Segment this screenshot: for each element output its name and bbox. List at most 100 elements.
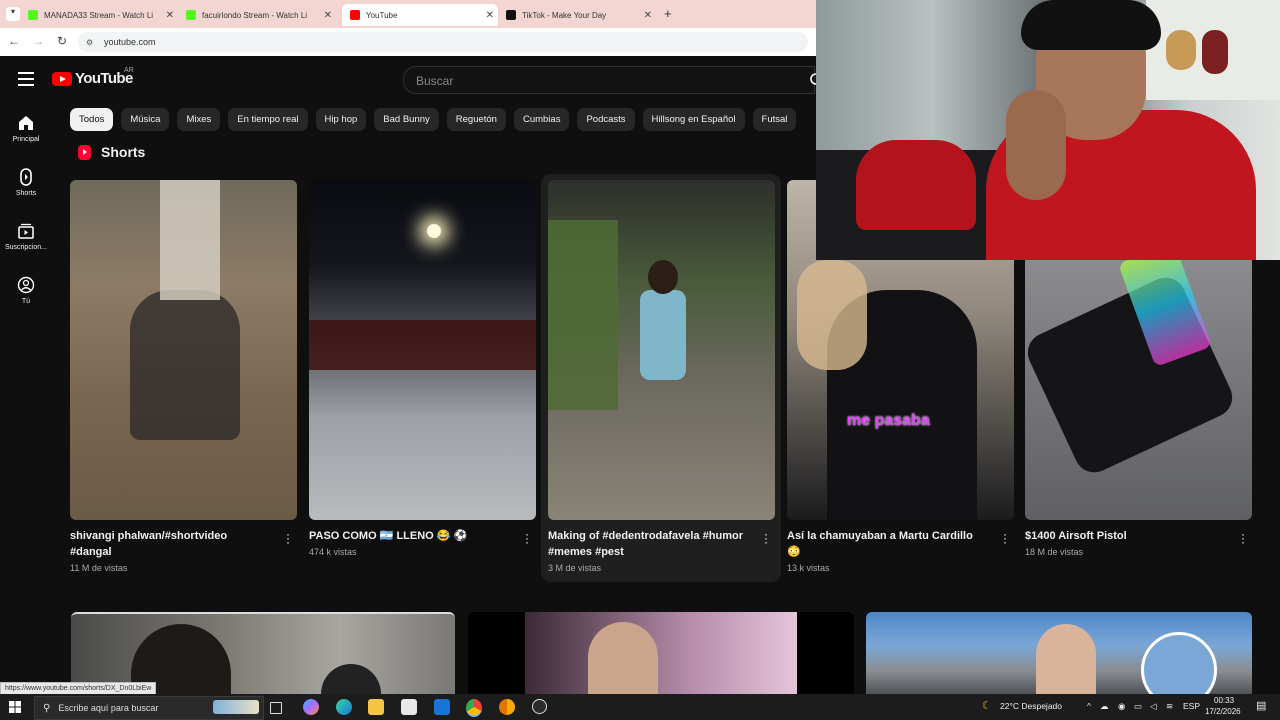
cloud-icon[interactable]: ☁ <box>1100 701 1109 712</box>
chip-podcasts[interactable]: Podcasts <box>577 108 635 131</box>
more-options-icon[interactable]: · · · <box>524 528 530 548</box>
short-title[interactable]: PASO COMO 🇦🇷 LLENO 😂 ⚽ <box>309 528 509 544</box>
more-options-icon[interactable]: · · · <box>1240 528 1246 548</box>
browser-tab[interactable]: facuirlondo Stream - Watch Li ✕ <box>186 4 336 26</box>
video-thumbnail[interactable] <box>468 612 854 696</box>
close-tab-icon[interactable]: ✕ <box>324 10 332 21</box>
browser-tab-strip: ▾ MANADA33 Stream - Watch Li ✕ facuirlon… <box>0 0 820 28</box>
windows-taskbar: ⚲ Escribe aquí para buscar ☾ 22°C Despej… <box>0 694 1280 720</box>
mail-icon[interactable] <box>434 699 450 715</box>
close-tab-icon[interactable]: ✕ <box>644 10 652 21</box>
short-thumbnail[interactable] <box>548 180 775 520</box>
reload-icon[interactable]: ↻ <box>54 34 70 48</box>
search-input[interactable] <box>414 73 798 89</box>
obs-icon[interactable] <box>532 699 547 714</box>
browser-tab[interactable]: TikTok - Make Your Day ✕ <box>506 4 656 26</box>
you-icon <box>17 276 35 294</box>
short-thumbnail[interactable] <box>70 180 297 520</box>
short-title[interactable]: Making of #dedentrodafavela #humor #meme… <box>548 528 748 560</box>
url-input[interactable]: ⚙ youtube.com <box>78 32 808 52</box>
short-title[interactable]: Así la chamuyaban a Martu Cardillo 😳 <box>787 528 987 560</box>
chrome-icon[interactable] <box>466 699 482 717</box>
wifi-icon[interactable]: ≋ <box>1166 701 1173 712</box>
sidebar-item-subscriptions[interactable]: Suscripcion... <box>0 222 52 251</box>
tray-chevron-icon[interactable]: ^ <box>1087 701 1091 711</box>
chip-en-tiempo-real[interactable]: En tiempo real <box>228 108 308 131</box>
weather-icon[interactable]: ☾ <box>982 699 992 712</box>
close-tab-icon[interactable]: ✕ <box>486 10 494 21</box>
more-options-icon[interactable]: · · · <box>763 528 769 548</box>
sidebar-item-shorts[interactable]: Shorts <box>0 168 52 197</box>
edge-icon[interactable] <box>336 699 352 715</box>
short-views: 3 M de vistas <box>548 563 602 573</box>
file-explorer-icon[interactable] <box>368 699 384 715</box>
short-thumbnail[interactable] <box>309 180 536 520</box>
short-card[interactable]: shivangi phalwan/#shortvideo #dangal 11 … <box>70 180 297 573</box>
new-tab-button[interactable]: + <box>664 6 672 21</box>
webcam-overlay <box>816 0 1280 260</box>
shorts-section-title: Shorts <box>78 144 145 160</box>
kick-icon <box>28 10 38 20</box>
short-card[interactable]: Making of #dedentrodafavela #humor #meme… <box>548 180 775 573</box>
chip-bad-bunny[interactable]: Bad Bunny <box>374 108 439 131</box>
short-views: 13 k vistas <box>787 563 830 573</box>
weather-text[interactable]: 22°C Despejado <box>1000 701 1062 711</box>
short-title[interactable]: $1400 Airsoft Pistol <box>1025 528 1225 544</box>
chip-futsal[interactable]: Futsal <box>752 108 797 131</box>
copilot-icon[interactable] <box>303 699 319 715</box>
home-icon <box>19 116 33 130</box>
taskbar-search-box[interactable]: ⚲ Escribe aquí para buscar <box>34 696 264 720</box>
browser-tab-active[interactable]: YouTube ✕ <box>342 4 498 26</box>
video-thumbnail[interactable] <box>866 612 1252 696</box>
site-info-icon[interactable]: ⚙ <box>86 38 96 47</box>
filter-chips: Todos Música Mixes En tiempo real Hip ho… <box>70 108 804 132</box>
youtube-play-icon <box>52 71 72 86</box>
back-icon[interactable]: ← <box>6 34 22 48</box>
search-icon: ⚲ <box>43 702 51 714</box>
battery-icon[interactable]: ▭ <box>1134 701 1142 712</box>
short-views: 18 M de vistas <box>1025 547 1084 557</box>
chip-cumbias[interactable]: Cumbias <box>513 108 570 131</box>
tab-list-button[interactable]: ▾ <box>6 7 20 21</box>
kick-icon <box>186 10 196 20</box>
chrome-canary-icon[interactable] <box>499 699 515 715</box>
task-view-icon[interactable] <box>270 702 282 714</box>
subscriptions-icon <box>18 223 34 239</box>
more-options-icon[interactable]: · · · <box>1002 528 1008 548</box>
shorts-logo-icon <box>78 144 91 160</box>
clock-time[interactable]: 00:33 <box>1214 696 1234 705</box>
chip-hip-hop[interactable]: Hip hop <box>315 108 367 131</box>
browser-tab[interactable]: MANADA33 Stream - Watch Li ✕ <box>28 4 178 26</box>
chip-hillsong[interactable]: Hillsong en Español <box>642 108 745 131</box>
sidebar-item-principal[interactable]: Principal <box>0 114 52 143</box>
chip-regueton[interactable]: Reguetón <box>446 108 506 131</box>
menu-icon[interactable] <box>18 72 34 90</box>
chip-todos[interactable]: Todos <box>70 108 114 131</box>
forward-icon[interactable]: → <box>30 34 46 48</box>
chip-mixes[interactable]: Mixes <box>177 108 221 131</box>
youtube-logo[interactable]: YouTube AR <box>52 67 134 87</box>
close-tab-icon[interactable]: ✕ <box>166 10 174 21</box>
youtube-favicon-icon <box>350 10 360 20</box>
shorts-icon <box>20 168 32 186</box>
store-icon[interactable] <box>401 699 417 715</box>
network-icon[interactable]: ◉ <box>1118 701 1125 712</box>
address-bar-row: ← → ↻ ⚙ youtube.com <box>0 28 820 56</box>
language-indicator[interactable]: ESP <box>1183 701 1200 711</box>
clock-date[interactable]: 17/2/2026 <box>1205 707 1241 716</box>
chip-musica[interactable]: Música <box>121 108 170 131</box>
youtube-header: YouTube AR <box>0 58 822 100</box>
search-box <box>403 66 815 94</box>
speaker-icon[interactable]: ◁ <box>1150 701 1157 712</box>
short-title[interactable]: shivangi phalwan/#shortvideo #dangal <box>70 528 270 560</box>
video-caption-overlay: me pasaba <box>847 412 930 429</box>
search-highlight-icon <box>213 700 259 714</box>
short-card[interactable]: PASO COMO 🇦🇷 LLENO 😂 ⚽ 474 k vistas · · · <box>309 180 536 557</box>
more-options-icon[interactable]: · · · <box>285 528 291 548</box>
windows-start-icon[interactable] <box>9 701 21 713</box>
short-views: 474 k vistas <box>309 547 357 557</box>
short-views: 11 M de vistas <box>70 563 128 573</box>
tiktok-icon <box>506 10 516 20</box>
sidebar-item-you[interactable]: Tú <box>0 276 52 305</box>
notifications-icon[interactable]: ▤ <box>1256 699 1266 712</box>
